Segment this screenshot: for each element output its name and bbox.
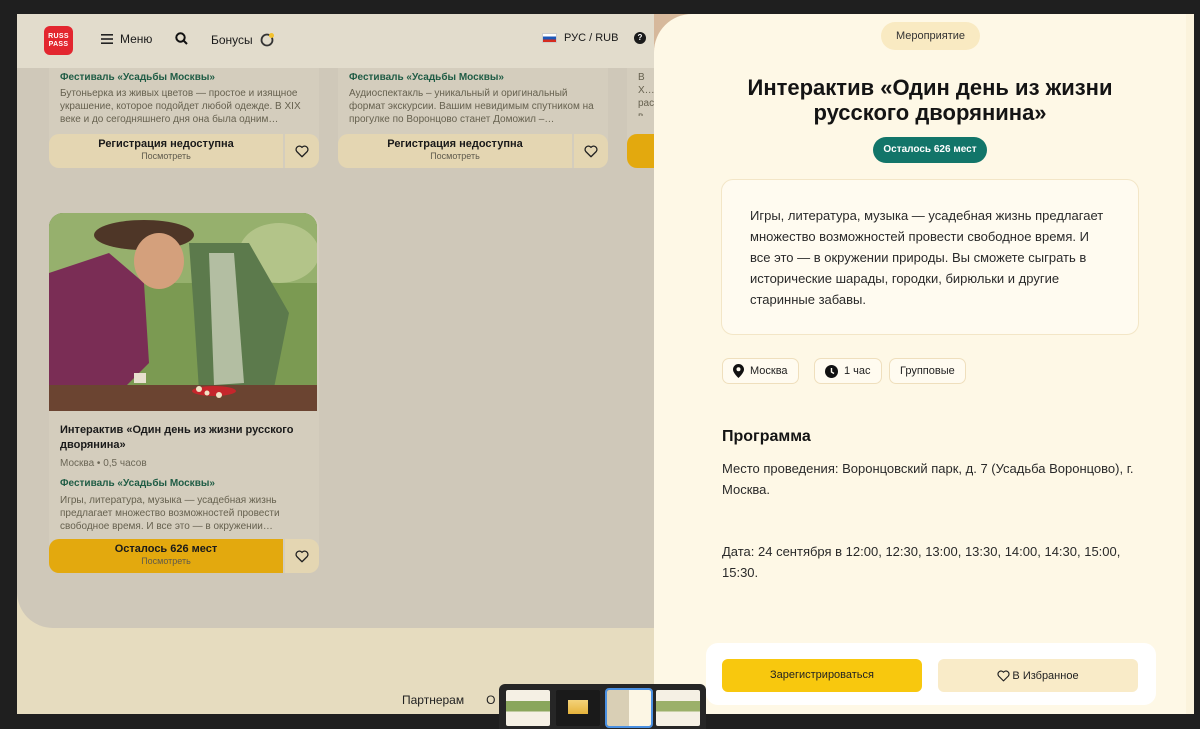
heart-icon	[295, 550, 309, 562]
window-thumbnail-active[interactable]	[605, 688, 653, 728]
card-title[interactable]: Интерактив «Один день из жизни русского …	[60, 423, 305, 453]
card-action-sublabel: Посмотреть	[141, 556, 191, 566]
card-favorite-button[interactable]	[574, 134, 608, 168]
card-festival-tag[interactable]: Фестиваль «Усадьбы Москвы»	[60, 478, 215, 489]
event-card[interactable]: Фестиваль «Усадьбы Москвы» Бутоньерка из…	[49, 54, 319, 168]
help-button[interactable]: ?	[634, 32, 646, 44]
menu-button[interactable]: Меню	[101, 32, 152, 46]
logo-text: RUSS PASS	[48, 33, 69, 48]
menu-label: Меню	[120, 32, 153, 46]
chip-type-label: Групповые	[900, 365, 955, 377]
add-to-favorites-button[interactable]: В Избранное	[938, 659, 1138, 692]
language-currency-button[interactable]: РУС / RUB	[542, 32, 618, 44]
bonus-button[interactable]: Бонусы	[211, 32, 275, 47]
event-photo-illustration	[49, 213, 317, 411]
bonus-label: Бонусы	[211, 32, 253, 47]
chip-city: Москва	[722, 358, 799, 384]
search-button[interactable]	[175, 32, 188, 45]
event-card[interactable]: Фестиваль «Усадьбы Москвы» Аудиоспектакл…	[338, 54, 608, 168]
program-heading: Программа	[722, 428, 811, 445]
event-detail-drawer: Мероприятие Интерактив «Один день из жиз…	[654, 14, 1186, 714]
card-register-button[interactable]: Регистрация недоступна Посмотреть	[338, 134, 572, 168]
flag-icon	[542, 33, 557, 43]
window-thumbnail[interactable]	[656, 690, 700, 726]
chip-duration-label: 1 час	[844, 365, 871, 377]
card-action-label: Осталось 626 мест	[114, 543, 218, 555]
chip-duration: 1 час	[814, 358, 882, 384]
card-action-label: Регистрация недоступна	[98, 138, 234, 150]
language-label: РУС / RUB	[564, 32, 619, 44]
event-card[interactable]: Интерактив «Один день из жизни русского …	[49, 213, 319, 573]
card-favorite-button[interactable]	[285, 539, 319, 573]
clock-icon	[825, 364, 838, 378]
menu-icon	[101, 34, 113, 44]
help-icon: ?	[634, 32, 646, 44]
card-description: Игры, литература, музыка — усадебная жиз…	[60, 495, 280, 532]
footer-links: Партнерам О	[402, 693, 495, 707]
search-icon	[175, 32, 188, 45]
card-register-button[interactable]: Осталось 626 мест Посмотреть	[49, 539, 283, 573]
card-favorite-button[interactable]	[285, 134, 319, 168]
program-place: Место проведения: Воронцовский парк, д. …	[722, 461, 1134, 497]
card-action-sublabel: Посмотреть	[430, 151, 480, 161]
scrollbar[interactable]	[1186, 14, 1194, 714]
heart-icon	[295, 145, 309, 157]
chip-city-label: Москва	[750, 365, 788, 377]
card-festival-tag[interactable]: Фестиваль «Усадьбы Москвы»	[60, 72, 215, 83]
card-meta: Москва • 0,5 часов	[60, 458, 147, 469]
card-description: Бутоньерка из живых цветов — простое и и…	[60, 88, 301, 125]
card-festival-tag[interactable]: Фестиваль «Усадьбы Москвы»	[349, 72, 504, 83]
event-description: Игры, литература, музыка — усадебная жиз…	[721, 179, 1139, 335]
russpass-logo[interactable]: RUSS PASS	[44, 26, 73, 55]
card-action-sublabel: Посмотреть	[141, 151, 191, 161]
seats-left-badge: Осталось 626 мест	[873, 137, 987, 163]
card-register-button[interactable]: Регистрация недоступна Посмотреть	[49, 134, 283, 168]
register-button[interactable]: Зарегистрироваться	[722, 659, 922, 692]
bonus-icon	[260, 33, 274, 47]
card-action-label: Регистрация недоступна	[387, 138, 523, 150]
program-date: Дата: 24 сентября в 12:00, 12:30, 13:00,…	[722, 544, 1121, 580]
footer-link-partners[interactable]: Партнерам	[402, 693, 464, 707]
footer-link-about[interactable]: О	[486, 693, 495, 707]
location-pin-icon	[733, 364, 744, 378]
window-thumbnail[interactable]	[506, 690, 550, 726]
event-title: Интерактив «Один день из жизни русского …	[747, 75, 1113, 125]
window-switcher	[499, 684, 706, 729]
heart-icon	[997, 669, 1010, 681]
favorite-label: В Избранное	[1012, 669, 1079, 682]
heart-icon	[584, 145, 598, 157]
card-description: Аудиоспектакль – уникальный и оригинальн…	[349, 88, 594, 125]
event-type-badge: Мероприятие	[881, 22, 980, 50]
window-thumbnail[interactable]	[556, 690, 600, 726]
chip-type: Групповые	[889, 358, 966, 384]
event-photo[interactable]	[49, 213, 317, 411]
